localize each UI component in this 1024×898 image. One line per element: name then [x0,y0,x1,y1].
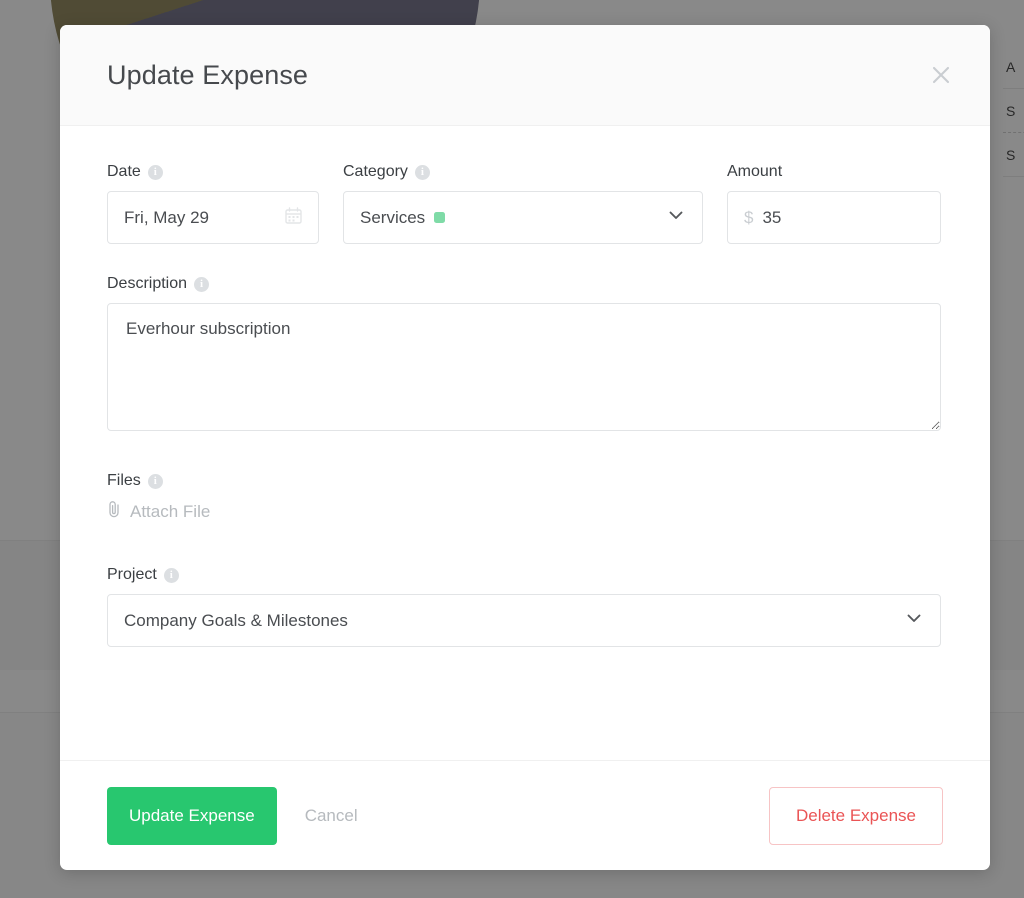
category-field-group: Category i Services [343,164,703,244]
description-field-group: Description i [107,276,943,431]
amount-label: Amount [727,164,941,180]
chevron-down-icon[interactable] [904,608,924,633]
date-label: Date i [107,164,319,180]
modal-body: Date i Fri, May 29 [60,126,990,760]
files-label: Files i [107,473,943,489]
description-label-text: Description [107,276,187,292]
category-select[interactable]: Services [343,191,703,244]
project-field-group: Project i Company Goals & Milestones [107,567,943,647]
category-value-wrap: Services [360,208,666,228]
files-label-text: Files [107,473,141,489]
update-expense-modal: Update Expense Date i Fri, May 29 [60,25,990,870]
amount-value: 35 [762,208,924,228]
info-icon[interactable]: i [415,165,430,180]
modal-footer: Update Expense Cancel Delete Expense [60,760,990,870]
currency-symbol: $ [744,208,753,228]
files-field-group: Files i Attach File [107,473,943,523]
paperclip-icon [107,500,122,523]
amount-input[interactable]: $ 35 [727,191,941,244]
date-label-text: Date [107,164,141,180]
attach-file-button[interactable]: Attach File [107,500,943,523]
close-icon[interactable] [924,58,958,92]
chevron-down-icon[interactable] [666,205,686,230]
date-input[interactable]: Fri, May 29 [107,191,319,244]
info-icon[interactable]: i [148,474,163,489]
date-field-group: Date i Fri, May 29 [107,164,319,244]
description-input[interactable] [107,303,941,431]
top-field-row: Date i Fri, May 29 [107,164,943,244]
category-label: Category i [343,164,703,180]
amount-label-text: Amount [727,164,782,180]
project-label-text: Project [107,567,157,583]
cancel-button[interactable]: Cancel [305,806,358,826]
info-icon[interactable]: i [164,568,179,583]
amount-field-group: Amount $ 35 [727,164,941,244]
description-label: Description i [107,276,943,292]
info-icon[interactable]: i [148,165,163,180]
date-value: Fri, May 29 [124,208,285,228]
info-icon[interactable]: i [194,277,209,292]
attach-file-label: Attach File [130,502,210,522]
modal-header: Update Expense [60,25,990,126]
page-title: Update Expense [107,60,924,91]
category-label-text: Category [343,164,408,180]
project-value: Company Goals & Milestones [124,611,904,631]
calendar-icon[interactable] [285,207,302,229]
delete-expense-button[interactable]: Delete Expense [769,787,943,845]
project-label: Project i [107,567,943,583]
category-color-swatch [434,212,445,223]
update-expense-button[interactable]: Update Expense [107,787,277,845]
project-select[interactable]: Company Goals & Milestones [107,594,941,647]
category-value: Services [360,208,425,228]
